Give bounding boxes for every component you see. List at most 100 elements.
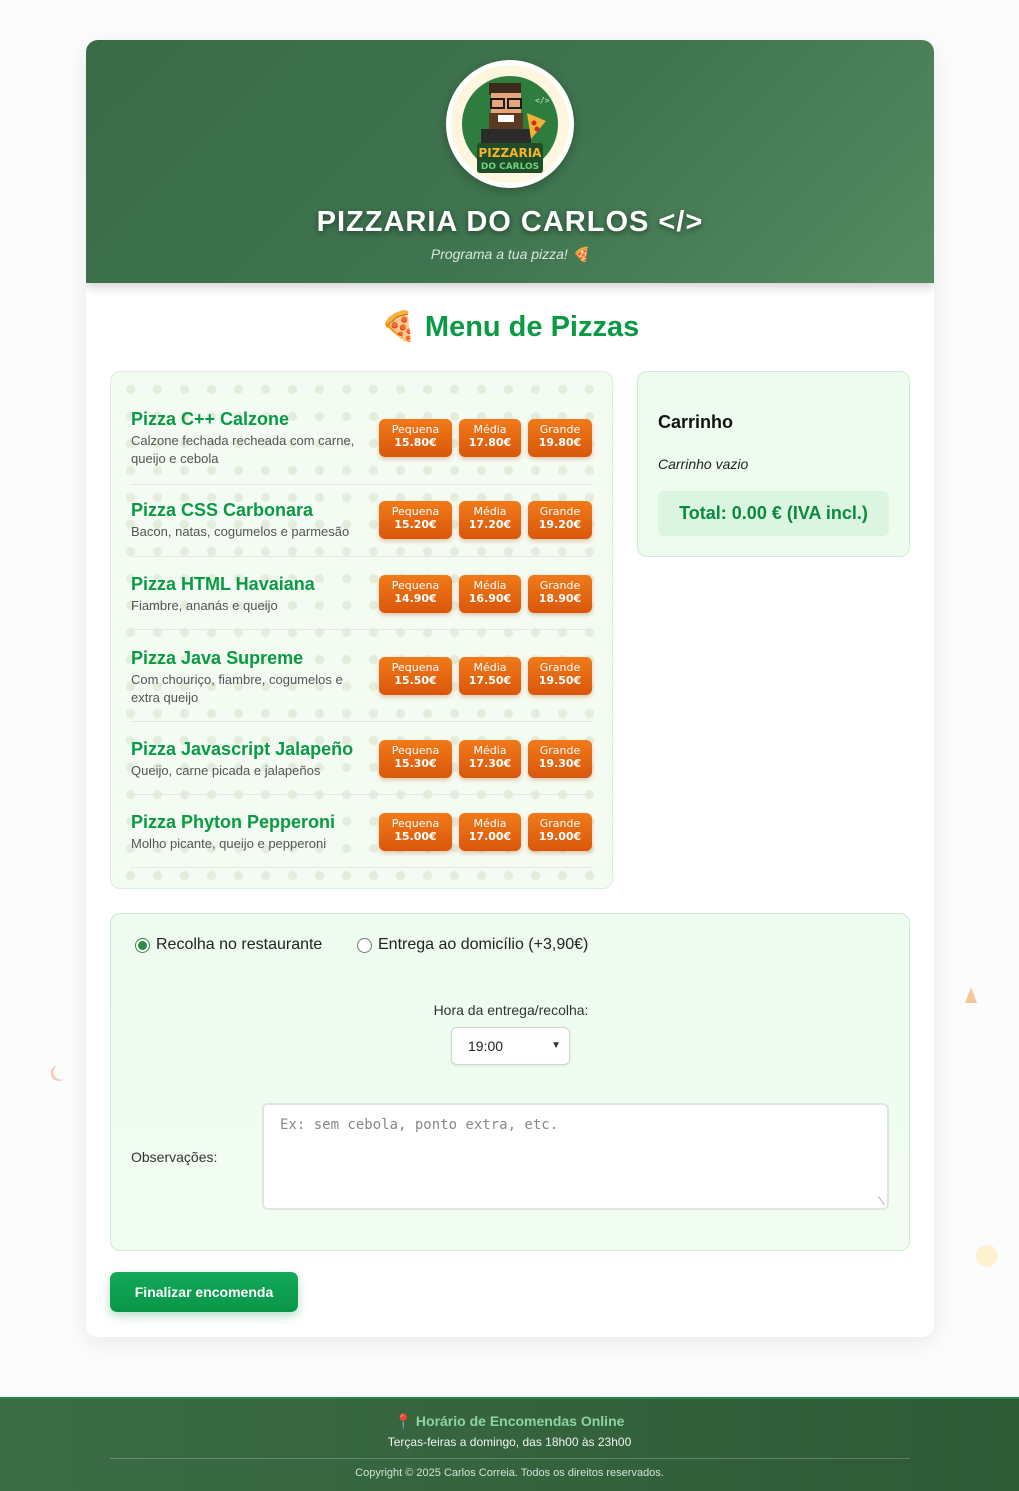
- page-title: PIZZARIA DO CARLOS </>: [316, 206, 704, 238]
- delivery-option[interactable]: Entrega ao domicílio (+3,90€): [357, 936, 588, 954]
- delivery-label: Entrega ao domicílio (+3,90€): [378, 936, 589, 953]
- price-button-medium[interactable]: Média 17.50€: [459, 657, 521, 695]
- logo-code-tag: </>: [535, 96, 550, 105]
- size-label: Média: [473, 505, 507, 518]
- notes-textarea[interactable]: Ex: sem cebola, ponto extra, etc. ⃥: [262, 1103, 889, 1210]
- price-value: 15.00€: [394, 830, 437, 843]
- size-label: Pequena: [391, 423, 440, 436]
- price-button-medium[interactable]: Média 17.20€: [459, 501, 521, 539]
- pizza-name: Pizza Javascript Jalapeño: [131, 739, 354, 759]
- page-subtitle: Programa a tua pizza! 🍕: [430, 246, 590, 262]
- delivery-form: Recolha no restaurante Entrega ao domicí…: [110, 913, 910, 1251]
- size-label: Média: [473, 661, 507, 674]
- footer-hours: Terças-feiras a domingo, das 18h00 às 23…: [387, 1435, 632, 1449]
- price-button-small[interactable]: Pequena 15.50€: [379, 657, 452, 695]
- price-value: 15.30€: [394, 757, 437, 770]
- pizza-item: Pizza C++ Calzone Calzone fechada rechea…: [131, 409, 592, 485]
- size-label: Média: [473, 423, 507, 436]
- price-value: 19.00€: [538, 830, 582, 843]
- footer-copyright: Copyright © 2025 Carlos Correia. Todos o…: [355, 1467, 664, 1479]
- price-value: 15.20€: [394, 518, 437, 531]
- price-button-large[interactable]: Grande 19.00€: [528, 813, 592, 851]
- size-label: Grande: [539, 661, 581, 674]
- time-select[interactable]: 19:00 ▼: [451, 1027, 570, 1065]
- pickup-option[interactable]: Recolha no restaurante: [135, 936, 322, 954]
- pizza-description: Molho picante, queijo e pepperoni: [131, 836, 327, 851]
- price-value: 18.90€: [538, 592, 582, 605]
- pizza-name: Pizza CSS Carbonara: [131, 500, 314, 520]
- pizza-menu-list: Pizza C++ Calzone Calzone fechada rechea…: [110, 371, 613, 889]
- pizza-item: Pizza Javascript Jalapeño Queijo, carne …: [131, 739, 592, 795]
- price-button-small[interactable]: Pequena 15.80€: [379, 419, 452, 457]
- price-value: 19.50€: [538, 674, 582, 687]
- logo-text-line1: PIZZARIA: [479, 146, 543, 160]
- delivery-radio[interactable]: [357, 937, 372, 953]
- size-label: Grande: [539, 744, 581, 757]
- notes-label: Observações:: [131, 1149, 218, 1165]
- price-button-small[interactable]: Pequena 14.90€: [379, 575, 452, 613]
- size-label: Grande: [539, 423, 581, 436]
- price-button-small[interactable]: Pequena 15.20€: [379, 501, 452, 539]
- header-banner: </> PIZZARIA DO CARLOS PIZZARIA DO CARLO…: [86, 40, 934, 283]
- notes-placeholder: Ex: sem cebola, ponto extra, etc.: [280, 1117, 559, 1133]
- pizza-name: Pizza C++ Calzone: [131, 409, 290, 429]
- pizza-description: Bacon, natas, cogumelos e parmesão: [131, 524, 350, 539]
- pizza-description: Fiambre, ananás e queijo: [131, 598, 278, 613]
- price-value: 15.80€: [394, 436, 437, 449]
- price-value: 17.30€: [468, 757, 512, 770]
- size-label: Pequena: [391, 744, 440, 757]
- pizza-item: Pizza HTML Havaiana Fiambre, ananás e qu…: [131, 574, 592, 630]
- price-value: 17.20€: [468, 518, 512, 531]
- size-label: Pequena: [391, 505, 440, 518]
- price-value: 19.20€: [538, 518, 582, 531]
- pizza-name: Pizza Phyton Pepperoni: [131, 812, 336, 832]
- price-button-large[interactable]: Grande 19.50€: [528, 657, 592, 695]
- pizza-item: Pizza Java Supreme Com chouriço, fiambre…: [131, 648, 592, 722]
- cart-empty-text: Carrinho vazio: [658, 456, 749, 472]
- main-card: </> PIZZARIA DO CARLOS PIZZARIA DO CARLO…: [86, 40, 934, 1337]
- size-label: Média: [473, 579, 507, 592]
- size-label: Pequena: [391, 579, 440, 592]
- pizza-item: Pizza Phyton Pepperoni Molho picante, qu…: [131, 812, 592, 868]
- price-value: 14.90€: [394, 592, 437, 605]
- size-label: Grande: [539, 817, 581, 830]
- size-label: Grande: [539, 505, 581, 518]
- time-label: Hora da entrega/recolha:: [433, 1002, 589, 1018]
- price-value: 16.90€: [468, 592, 512, 605]
- cart-title: Carrinho: [658, 412, 734, 432]
- pizza-name: Pizza HTML Havaiana: [131, 574, 315, 594]
- price-button-small[interactable]: Pequena 15.00€: [379, 813, 452, 851]
- footer-divider: [110, 1458, 910, 1459]
- logo-avatar-icon: </> PIZZARIA DO CARLOS: [451, 65, 569, 183]
- cart-panel: Carrinho Carrinho vazio Total: 0.00 € (I…: [637, 371, 910, 557]
- price-button-medium[interactable]: Média 17.00€: [459, 813, 521, 851]
- price-value: 17.80€: [468, 436, 512, 449]
- pizza-item: Pizza CSS Carbonara Bacon, natas, cogume…: [131, 500, 592, 557]
- price-value: 17.00€: [468, 830, 512, 843]
- price-button-small[interactable]: Pequena 15.30€: [379, 740, 452, 778]
- menu-title: 🍕 Menu de Pizzas: [380, 311, 640, 343]
- size-label: Média: [473, 744, 507, 757]
- finalize-order-button[interactable]: Finalizar encomenda: [110, 1272, 298, 1312]
- price-button-medium[interactable]: Média 16.90€: [459, 575, 521, 613]
- price-value: 19.80€: [538, 436, 582, 449]
- time-select-value: 19:00: [468, 1038, 504, 1054]
- price-value: 15.50€: [394, 674, 437, 687]
- pickup-radio[interactable]: [135, 937, 150, 953]
- size-label: Grande: [539, 579, 581, 592]
- size-label: Média: [473, 817, 507, 830]
- price-button-medium[interactable]: Média 17.30€: [459, 740, 521, 778]
- pizza-description: Calzone fechada recheada com carne, quei…: [131, 433, 355, 466]
- chevron-down-icon: ▼: [551, 1040, 561, 1051]
- price-button-medium[interactable]: Média 17.80€: [459, 419, 521, 457]
- pizza-description: Com chouriço, fiambre, cogumelos e extra…: [131, 672, 343, 705]
- size-label: Pequena: [391, 661, 440, 674]
- price-button-large[interactable]: Grande 19.30€: [528, 740, 592, 778]
- price-button-large[interactable]: Grande 19.80€: [528, 419, 592, 457]
- pickup-label: Recolha no restaurante: [156, 936, 323, 953]
- price-button-large[interactable]: Grande 19.20€: [528, 501, 592, 539]
- pizza-name: Pizza Java Supreme: [131, 648, 304, 668]
- logo-text-line2: DO CARLOS: [481, 162, 539, 172]
- size-label: Pequena: [391, 817, 440, 830]
- price-button-large[interactable]: Grande 18.90€: [528, 575, 592, 613]
